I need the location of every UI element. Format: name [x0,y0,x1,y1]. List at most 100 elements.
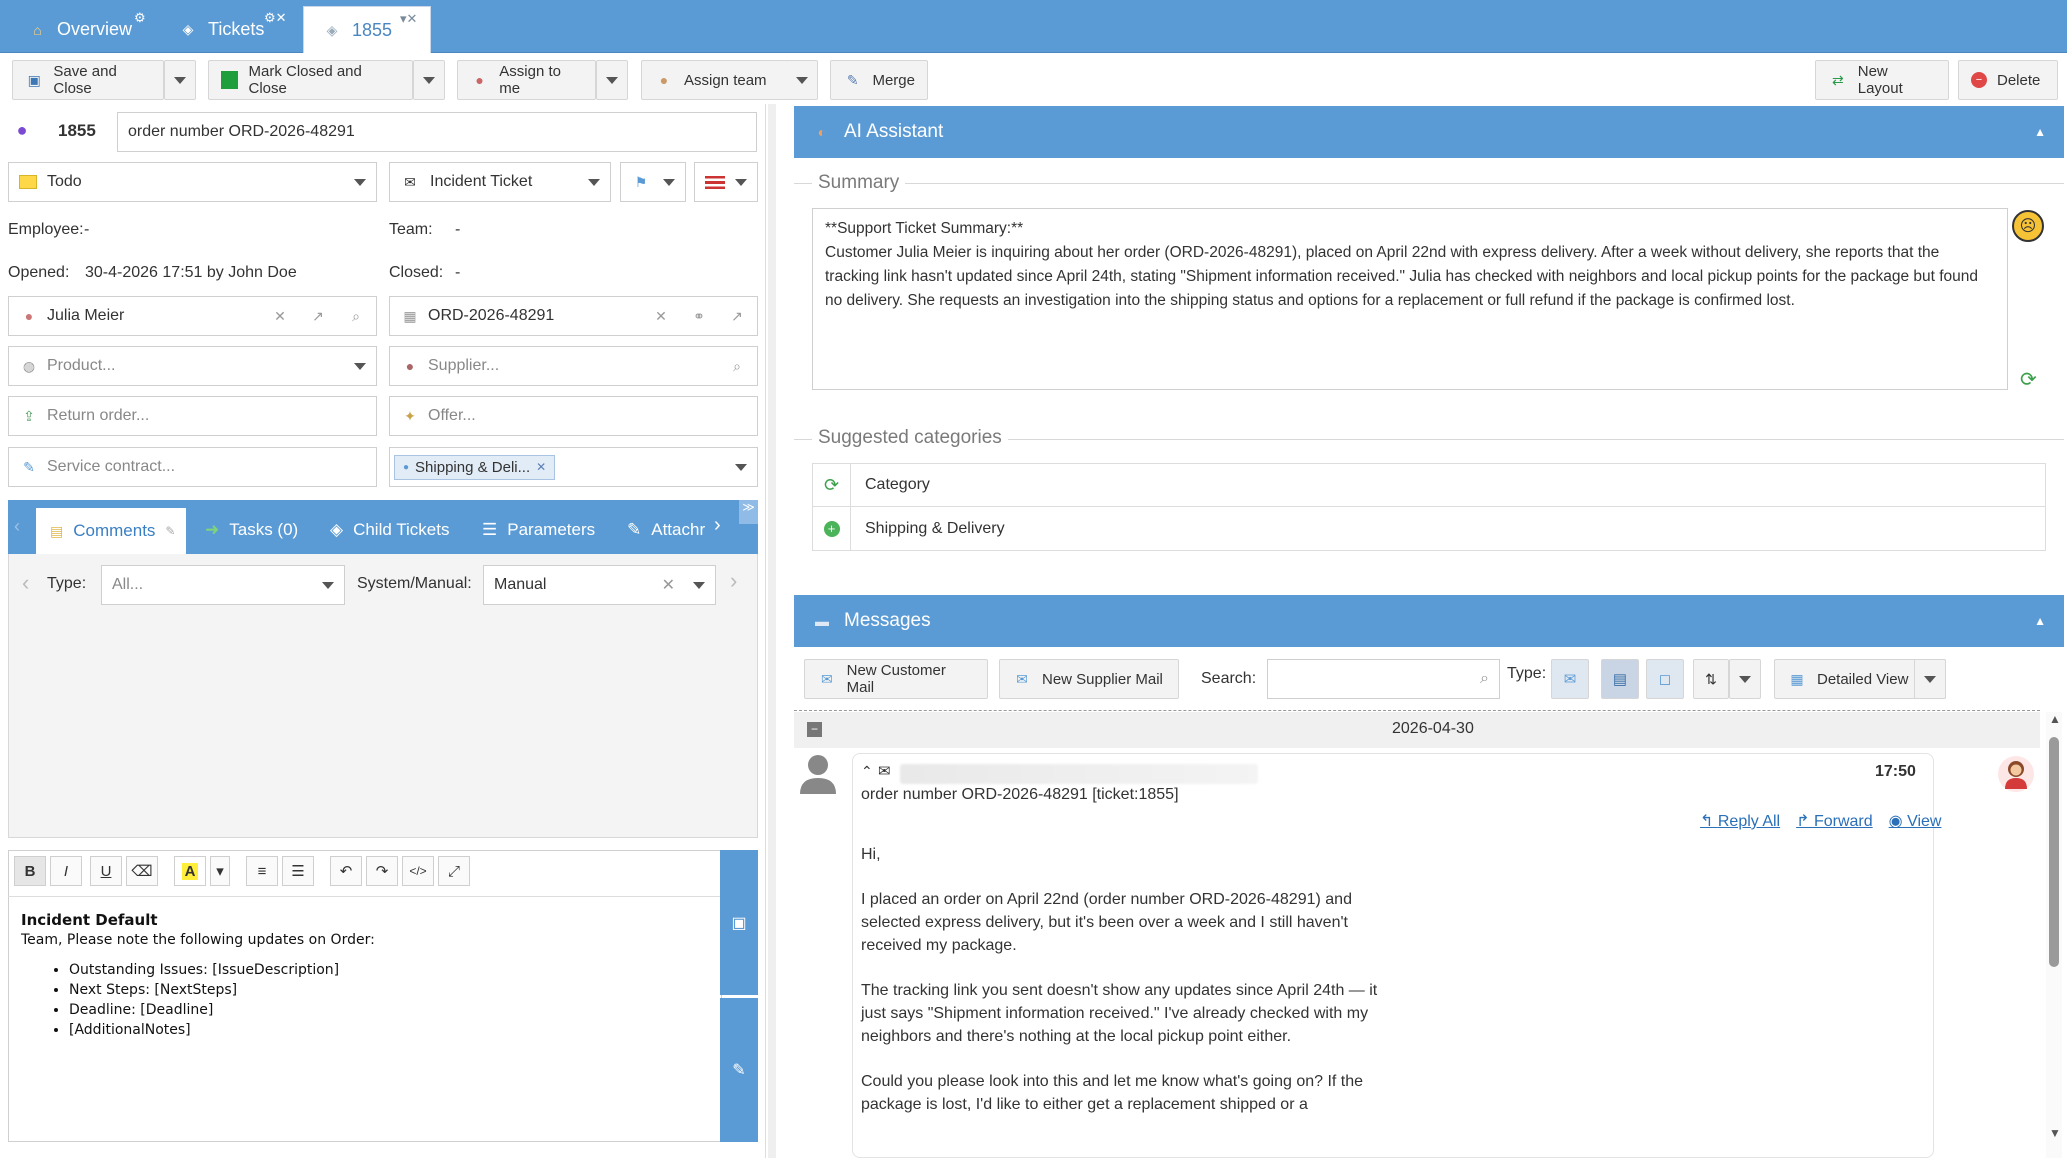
messages-title: Messages [844,610,931,631]
product-placeholder: Product... [47,357,116,374]
mark-closed-dropdown[interactable] [413,60,445,100]
refresh-icon[interactable]: ⟳ [813,464,851,506]
scroll-down-icon[interactable]: ▼ [2049,1126,2061,1140]
eraser-icon[interactable]: ⌫ [126,856,158,886]
search-input[interactable]: ⌕ [1267,659,1500,699]
link-icon[interactable]: ⚭ [689,306,709,326]
view-link[interactable]: ◉ View [1889,811,1942,831]
sort-button[interactable]: ⇅ [1693,659,1729,699]
splitter[interactable] [768,104,776,1158]
ticket-type-select[interactable]: ✉ Incident Ticket [389,162,611,202]
italic-button[interactable]: I [50,856,82,886]
bold-button[interactable]: B [14,856,46,886]
tab-tasks[interactable]: ➜ Tasks (0) [205,520,298,540]
add-category-button[interactable]: + [813,507,851,550]
filter-left-icon[interactable]: ‹ [22,570,29,596]
tab-tickets[interactable]: ◈ Tickets ⚙✕ [160,6,300,53]
clear-icon[interactable]: ✕ [270,306,290,326]
scroll-left-icon[interactable]: ‹ [14,516,20,537]
tab-child-tickets[interactable]: ◈ Child Tickets [330,520,449,540]
type-filter-select[interactable]: All... [101,565,345,605]
tab-parameters[interactable]: ☰ Parameters [482,520,595,540]
category-row[interactable]: + Shipping & Delivery [812,507,2046,551]
order-field[interactable]: ▦ ORD-2026-48291 ✕ ⚭ ↗ [389,296,758,336]
return-order-field[interactable]: ⇪ Return order... [8,396,377,436]
pin-icon[interactable]: ✎ [165,524,175,538]
view-label: View [1907,813,1942,830]
save-dropdown-button[interactable] [164,60,196,100]
open-external-icon[interactable]: ↗ [308,306,328,326]
clear-icon[interactable]: ✕ [662,575,675,595]
collapse-icon[interactable]: ▲ [2034,614,2046,628]
tab-comments[interactable]: ▤ Comments ✎ [36,508,186,554]
highlight-dropdown[interactable]: ▾ [210,856,230,886]
code-button[interactable]: </> [402,856,434,886]
fullscreen-button[interactable]: ⤢ [438,856,470,886]
product-select[interactable]: ◍ Product... [8,346,377,386]
remove-tag-icon[interactable]: ✕ [536,460,546,474]
status-select[interactable]: Todo [8,162,377,202]
search-icon[interactable]: ⌕ [346,306,366,326]
expand-icon[interactable]: ⌃ [861,763,873,780]
forward-link[interactable]: ↱ Forward [1796,811,1873,831]
redo-button[interactable]: ↷ [366,856,398,886]
mark-closed-button[interactable]: Mark Closed and Close [208,60,413,100]
assign-team-button[interactable]: ● Assign team [641,60,801,100]
search-icon[interactable]: ⌕ [727,356,747,376]
tag-chip[interactable]: ● Shipping & Deli... ✕ [394,454,556,480]
filter-note-button[interactable]: ▤ [1601,659,1639,699]
scrollbar-thumb[interactable] [2049,737,2059,967]
messages-header[interactable]: ▬ Messages ▲ [794,595,2064,647]
service-contract-field[interactable]: ✎ Service contract... [8,447,377,487]
reply-all-link[interactable]: ↰ Reply All [1700,811,1780,831]
tab-ticket-1855[interactable]: ◈ 1855 ▾✕ [303,6,431,53]
new-layout-button[interactable]: ⇄ New Layout [1815,60,1949,100]
supplier-field[interactable]: ● Supplier... ⌕ [389,346,758,386]
assign-team-dropdown[interactable] [786,60,818,100]
new-supplier-mail-button[interactable]: ✉ New Supplier Mail [999,659,1179,699]
bullet-list-button[interactable]: ☰ [282,856,314,886]
editor-content[interactable]: Incident Default Team, Please note the f… [21,910,711,1040]
sort-dropdown[interactable] [1729,659,1761,699]
tab-attachments[interactable]: ✎ Attachr [627,520,717,540]
close-icon[interactable]: ⚙✕ [264,10,287,26]
priority-select[interactable]: ⚑ [620,162,686,202]
tab-overview[interactable]: ⌂ Overview ⚙ [10,6,150,53]
open-external-icon[interactable]: ↗ [727,306,747,326]
highlight-button[interactable]: A [174,856,206,886]
refresh-icon[interactable]: ⟳ [2020,367,2037,392]
delete-button[interactable]: − Delete [1958,60,2058,100]
edit-comment-button[interactable]: ✎ [720,998,758,1142]
pin-icon[interactable]: ⚙ [134,10,146,26]
close-icon[interactable]: ▾✕ [400,11,417,27]
tags-field[interactable]: ● Shipping & Deli... ✕ [389,447,758,487]
new-customer-mail-button[interactable]: ✉ New Customer Mail [804,659,988,699]
ordered-list-button[interactable]: ≡ [246,856,278,886]
assign-me-button[interactable]: ● Assign to me [457,60,596,100]
summary-text[interactable]: **Support Ticket Summary:** Customer Jul… [812,208,2008,390]
save-close-button[interactable]: ▣ Save and Close [12,60,164,100]
collapse-icon[interactable]: ▲ [2034,125,2046,139]
assign-me-dropdown[interactable] [596,60,628,100]
underline-button[interactable]: U [90,856,122,886]
filter-right-icon[interactable]: › [730,568,737,594]
offer-field[interactable]: ✦ Offer... [389,396,758,436]
ai-assistant-header[interactable]: ◐ AI Assistant ▲ [794,106,2064,158]
scroll-up-icon[interactable]: ▲ [2049,712,2061,726]
subject-field[interactable]: order number ORD-2026-48291 [117,112,757,152]
collapse-icon[interactable]: ≫ [739,500,758,524]
save-comment-button[interactable]: ▣ [720,850,758,995]
collapse-group-icon[interactable]: − [807,722,822,737]
language-select[interactable] [694,162,758,202]
scroll-right-icon[interactable]: › [714,514,721,537]
merge-button[interactable]: ✎ Merge [830,60,928,100]
clear-icon[interactable]: ✕ [651,306,671,326]
filter-chat-button[interactable]: ◻ [1646,659,1684,699]
undo-button[interactable]: ↶ [330,856,362,886]
view-dropdown[interactable] [1914,659,1946,699]
search-icon[interactable]: ⌕ [1480,670,1489,688]
filter-mail-button[interactable]: ✉ [1551,659,1589,699]
customer-field[interactable]: ● Julia Meier ✕ ↗ ⌕ [8,296,377,336]
system-manual-select[interactable]: Manual ✕ [483,565,716,605]
merge-label: Merge [872,71,915,89]
